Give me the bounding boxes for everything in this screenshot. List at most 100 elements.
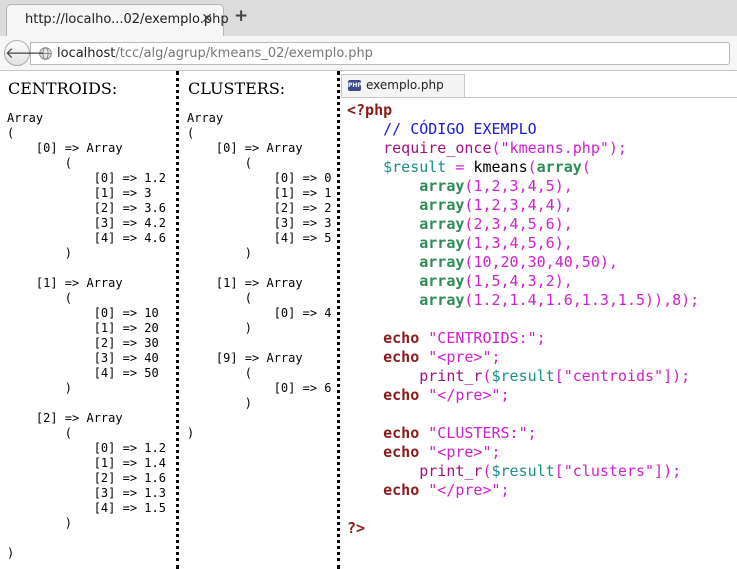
new-tab-icon[interactable]: +: [234, 8, 248, 25]
tab-strip: http://localho...02/exemplo.php ✕ +: [0, 0, 737, 37]
close-tab-icon[interactable]: ✕: [201, 11, 213, 27]
code-line: // CÓDIGO EXEMPLO: [347, 120, 699, 139]
code-line: echo "CLUSTERS:";: [347, 424, 699, 443]
code-token: ;: [527, 424, 537, 442]
code-token: ;: [536, 329, 546, 347]
code-line: array(1,3,4,5,6),: [347, 234, 699, 253]
code-token: echo: [383, 424, 420, 442]
centroids-frame: CENTROIDS: Array ( [0] => Array ( [0] =>…: [0, 71, 176, 569]
code-token: "clusters": [563, 462, 655, 480]
code-token: array: [419, 234, 465, 252]
code-token: kmeans: [464, 158, 528, 176]
code-line: require_once("kmeans.php");: [347, 139, 699, 158]
clusters-heading: CLUSTERS:: [188, 79, 286, 98]
code-token: require_once: [383, 139, 492, 157]
code-token: (: [581, 158, 591, 176]
frame-divider[interactable]: [337, 71, 340, 569]
code-token: ]);: [654, 462, 682, 480]
code-line: <?php: [347, 101, 699, 120]
url-text[interactable]: localhost/tcc/alg/agrup/kmeans_02/exempl…: [57, 46, 373, 61]
code-line: array(2,3,4,5,6),: [347, 215, 699, 234]
code-token: array: [419, 215, 465, 233]
code-token: array: [419, 272, 465, 290]
code-line: echo "<pre>";: [347, 443, 699, 462]
frame-divider[interactable]: [176, 71, 179, 569]
code-line: print_r($result["centroids"]);: [347, 367, 699, 386]
code-token: 1,2,3,4,4: [473, 196, 555, 214]
code-token: array: [419, 177, 465, 195]
code-token: );: [681, 291, 700, 309]
code-token: print_r: [419, 462, 483, 480]
code-line: array(1,2,3,4,4),: [347, 196, 699, 215]
code-token: array: [536, 158, 582, 176]
code-token: (: [527, 158, 537, 176]
code-token: ),: [599, 253, 618, 271]
code-token: print_r: [419, 367, 483, 385]
code-line: echo "CENTROIDS:";: [347, 329, 699, 348]
centroids-output: Array ( [0] => Array ( [0] => 1.2 [1] =>…: [7, 111, 166, 560]
code-token: // CÓDIGO EXEMPLO: [383, 120, 537, 138]
code-token: $result: [491, 367, 555, 385]
code-token: ?>: [347, 519, 366, 537]
tab-title: http://localho...02/exemplo.php: [25, 12, 229, 27]
url-host: localhost: [57, 46, 116, 61]
clusters-output: Array ( [0] => Array ( [0] => 0 [1] => 1…: [187, 111, 332, 440]
code-token: array: [419, 253, 465, 271]
code-token: "CENTROIDS:": [428, 329, 537, 347]
url-bar[interactable]: localhost/tcc/alg/agrup/kmeans_02/exempl…: [30, 42, 730, 65]
code-token: "</pre>": [428, 386, 501, 404]
code-line: $result = kmeans(array(: [347, 158, 699, 177]
back-arrow-icon: 🡐: [5, 44, 46, 62]
php-file-icon: PHP: [348, 80, 362, 91]
code-line: array(1,2,3,4,5),: [347, 177, 699, 196]
code-token: "CLUSTERS:": [428, 424, 528, 442]
code-token: <?php: [347, 101, 393, 119]
code-token: 8: [672, 291, 682, 309]
code-token: ;: [491, 348, 501, 366]
code-token: 2,3,4,5,6: [473, 215, 555, 233]
code-token: )),: [645, 291, 673, 309]
code-line: echo "</pre>";: [347, 481, 699, 500]
code-token: 1.2,1.4,1.6,1.3,1.5: [473, 291, 646, 309]
code-token: 1,3,4,5,6: [473, 234, 555, 252]
browser-tab[interactable]: http://localho...02/exemplo.php ✕: [6, 4, 229, 36]
code-line: echo "<pre>";: [347, 348, 699, 367]
source-code: <?php // CÓDIGO EXEMPLO require_once("km…: [347, 101, 699, 538]
source-file-name: exemplo.php: [366, 78, 444, 92]
code-token: echo: [383, 386, 420, 404]
code-token: (: [482, 462, 492, 480]
code-token: "<pre>": [428, 348, 492, 366]
code-token: ),: [554, 215, 573, 233]
source-file-tab[interactable]: PHP exemplo.php: [341, 74, 465, 97]
code-line: array(10,20,30,40,50),: [347, 253, 699, 272]
code-token: ),: [554, 272, 573, 290]
code-token: );: [608, 139, 627, 157]
code-token: ;: [500, 386, 510, 404]
code-token: echo: [383, 348, 420, 366]
back-button[interactable]: 🡐: [4, 40, 45, 66]
code-token: ;: [500, 481, 510, 499]
code-line: ?>: [347, 519, 699, 538]
code-token: 10,20,30,40,50: [473, 253, 600, 271]
